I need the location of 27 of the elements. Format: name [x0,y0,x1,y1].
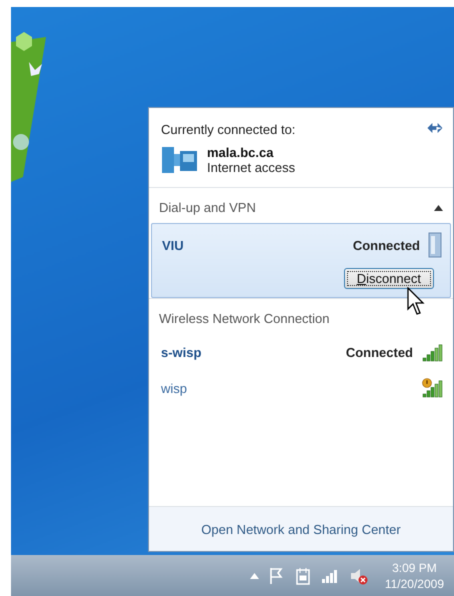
server-icon [428,232,442,258]
section-title: Wireless Network Connection [159,311,330,326]
disconnect-button[interactable]: Disconnect [344,268,434,289]
connection-item[interactable]: wisp [151,370,451,406]
connection-item[interactable]: s-wisp Connected [151,334,451,370]
connection-status: Connected [346,344,413,360]
refresh-icon[interactable] [427,122,443,134]
connection-name: s-wisp [161,344,202,360]
access-status: Internet access [207,160,296,175]
connection-name: wisp [161,380,188,396]
sharing-center-link[interactable]: Open Network and Sharing Center [201,522,401,536]
speaker-muted-icon[interactable] [348,566,369,584]
heading: Currently connected to: [161,122,296,137]
connection-item[interactable]: VIU Connected Disconnect [151,223,451,298]
signal-warning-icon [421,378,443,398]
section-title: Dial-up and VPN [159,200,256,215]
clock-date: 11/20/2009 [384,576,444,592]
signal-bars-icon [421,342,443,362]
mouse-pointer-icon [407,287,427,317]
caret-up-icon[interactable] [434,204,443,210]
network-icon [161,145,199,175]
clock-time: 3:09 PM [392,560,437,576]
network-name: mala.bc.ca [207,145,274,160]
connection-name: VIU [162,238,184,252]
signal-bars-icon[interactable] [320,568,339,582]
connection-status: Connected [352,238,420,252]
flag-icon[interactable] [268,566,285,584]
